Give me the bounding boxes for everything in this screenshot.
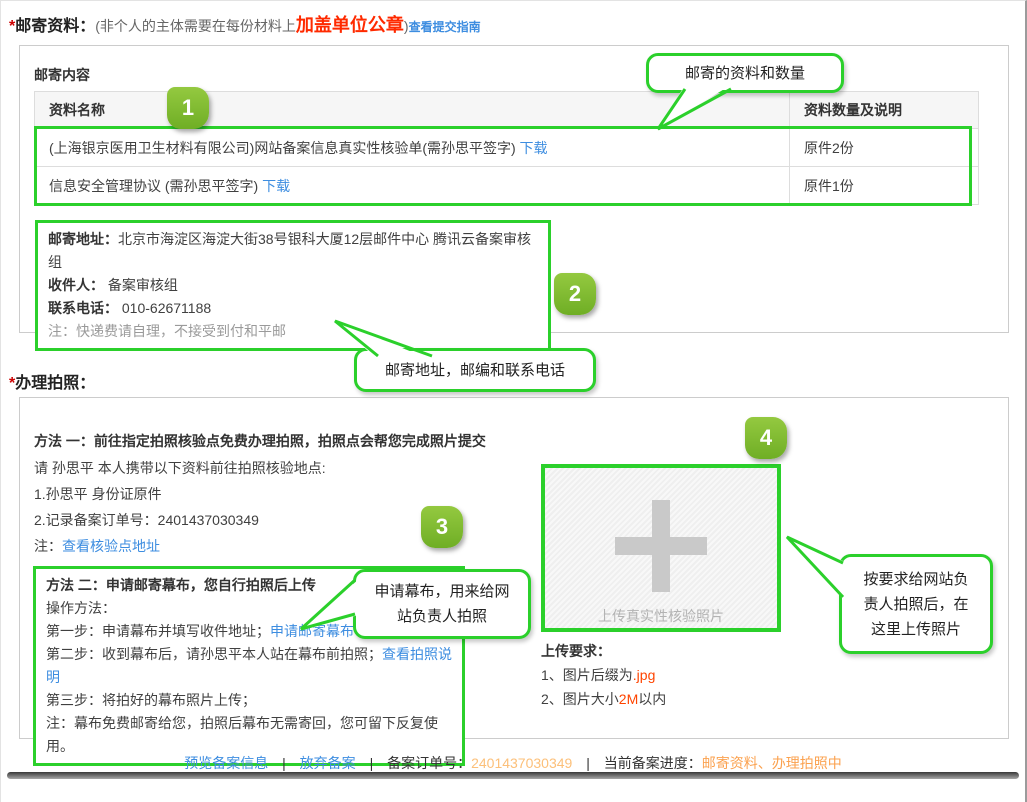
- column-header-quantity: 资料数量及说明: [790, 92, 979, 129]
- material-name-cell: 信息安全管理协议 (需孙思平签字) 下载: [35, 167, 790, 205]
- req1-text: 1、图片后缀为: [541, 667, 633, 683]
- phone-label: 联系电话：: [48, 300, 118, 316]
- method1-line3: 2.记录备案订单号：2401437030349: [34, 510, 259, 530]
- quantity-cell: 原件1份: [790, 167, 979, 205]
- preview-filing-link[interactable]: 预览备案信息: [184, 755, 268, 771]
- footer-bar: 预览备案信息 | 放弃备案 | 备案订单号：2401437030349 | 当前…: [1, 753, 1025, 773]
- material-name: (上海银京医用卫生材料有限公司)网站备案信息真实性核验单(需孙思平签字): [49, 140, 516, 156]
- mail-content-subtitle: 邮寄内容: [34, 65, 90, 85]
- download-link[interactable]: 下载: [262, 178, 290, 194]
- callout-line: 责人拍照后，在: [863, 592, 968, 617]
- column-header-material-name: 资料名称: [35, 92, 790, 129]
- submission-guide-link[interactable]: 查看提交指南: [409, 20, 481, 34]
- abandon-filing-link[interactable]: 放弃备案: [300, 755, 356, 771]
- method1-note: 注：查看核验点地址: [34, 536, 160, 556]
- method1-line1: 请 孙思平 本人携带以下资料前往拍照核验地点:: [34, 458, 326, 478]
- req2-text: 2、图片大小: [541, 691, 619, 707]
- phone-line: 联系电话： 010-62671188: [48, 297, 538, 320]
- order-label: 备案订单号：: [387, 755, 471, 771]
- annotation-badge-2: 2: [554, 273, 596, 315]
- callout-line: 按要求给网站负: [863, 567, 968, 592]
- req1-highlight: .jpg: [633, 667, 656, 683]
- material-name: 信息安全管理协议 (需孙思平签字): [49, 178, 258, 194]
- method1-line2: 1.孙思平 身份证原件: [34, 484, 162, 504]
- annotation-badge-1: 1: [167, 87, 209, 129]
- address-value: 北京市海淀区海淀大街38号银科大厦12层邮件中心 腾讯云备案审核组: [48, 231, 531, 270]
- mail-address-block: 邮寄地址：北京市海淀区海淀大街38号银科大厦12层邮件中心 腾讯云备案审核组 收…: [35, 220, 551, 351]
- upload-requirement-2: 2、图片大小2M以内: [541, 689, 666, 709]
- annotation-callout-curtain: 申请幕布，用来给网 站负责人拍照: [353, 569, 531, 639]
- address-label: 邮寄地址：: [48, 231, 118, 247]
- recipient-label: 收件人：: [48, 277, 104, 293]
- order-number: 2401437030349: [471, 755, 572, 771]
- filing-page: *邮寄资料：(非个人的主体需要在每份材料上加盖单位公章)查看提交指南 邮寄内容 …: [0, 0, 1027, 802]
- upload-requirements-title: 上传要求：: [541, 641, 611, 661]
- separator: |: [282, 755, 286, 771]
- plus-icon: [615, 500, 707, 592]
- recipient-line: 收件人： 备案审核组: [48, 274, 538, 297]
- note-label: 注：: [34, 538, 62, 554]
- recipient-value: 备案审核组: [108, 277, 178, 293]
- mail-materials-heading: *邮寄资料：(非个人的主体需要在每份材料上加盖单位公章)查看提交指南: [9, 11, 481, 37]
- annotation-badge-3: 3: [421, 506, 463, 548]
- table-row: (上海银京医用卫生材料有限公司)网站备案信息真实性核验单(需孙思平签字) 下载 …: [35, 129, 979, 167]
- table-row: 信息安全管理协议 (需孙思平签字) 下载 原件1份: [35, 167, 979, 205]
- address-line: 邮寄地址：北京市海淀区海淀大街38号银科大厦12层邮件中心 腾讯云备案审核组: [48, 228, 538, 274]
- checkpoint-address-link[interactable]: 查看核验点地址: [62, 538, 160, 554]
- material-name-cell: (上海银京医用卫生材料有限公司)网站备案信息真实性核验单(需孙思平签字) 下载: [35, 129, 790, 167]
- quantity-cell: 原件2份: [790, 129, 979, 167]
- callout-line: 申请幕布，用来给网: [374, 579, 509, 604]
- annotation-callout-mail-contents: 邮寄的资料和数量: [646, 53, 844, 93]
- upload-photo-dropzone[interactable]: 上传真实性核验照片: [541, 464, 781, 632]
- upload-requirement-1: 1、图片后缀为.jpg: [541, 665, 655, 685]
- mail-fee-note: 注：快递费请自理，不接受到付和平邮: [48, 320, 538, 343]
- req2-suffix: 以内: [638, 691, 666, 707]
- photo-heading: *办理拍照：: [9, 369, 95, 393]
- progress-status: 邮寄资料、办理拍照中: [702, 755, 842, 771]
- method1-title: 方法 一：前往指定拍照核验点免费办理拍照，拍照点会帮您完成照片提交: [34, 431, 486, 451]
- callout-line: 这里上传照片: [871, 617, 961, 642]
- req2-highlight: 2M: [619, 691, 638, 707]
- photo-title: 办理拍照：: [15, 375, 95, 392]
- annotation-callout-mail-address: 邮寄地址，邮编和联系电话: [354, 348, 596, 392]
- phone-value: 010-62671188: [122, 300, 211, 316]
- annotation-callout-upload: 按要求给网站负 责人拍照后，在 这里上传照片: [839, 554, 993, 654]
- mail-materials-title: 邮寄资料：: [15, 18, 95, 35]
- upload-placeholder: 上传真实性核验照片: [598, 606, 724, 626]
- mail-materials-note: (非个人的主体需要在每份材料上: [95, 18, 296, 34]
- download-link[interactable]: 下载: [520, 140, 548, 156]
- stamp-required-highlight: 加盖单位公章: [296, 15, 404, 35]
- separator: |: [370, 755, 374, 771]
- annotation-badge-4: 4: [745, 417, 787, 459]
- callout-line: 站负责人拍照: [397, 604, 487, 629]
- window-bottom-edge: [7, 772, 1019, 779]
- progress-label: 当前备案进度：: [604, 755, 702, 771]
- separator: |: [586, 755, 590, 771]
